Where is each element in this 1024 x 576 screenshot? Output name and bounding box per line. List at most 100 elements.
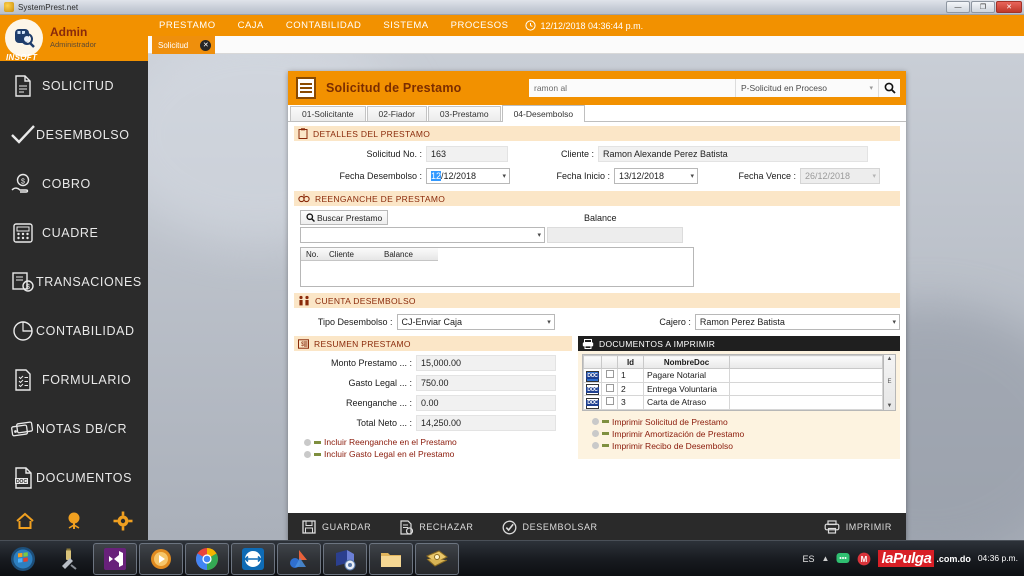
sidebar-item-cuadre[interactable]: CUADRE (0, 208, 148, 257)
toggle-imprimir-amortizacion[interactable]: Imprimir Amortización de Prestamo (592, 429, 900, 439)
maximize-button[interactable]: ❐ (971, 1, 995, 13)
brand-logo: INSOFT (6, 53, 38, 62)
document-tab-solicitud[interactable]: Solicitud ✕ (152, 36, 216, 54)
toggle-imprimir-solicitud[interactable]: Imprimir Solicitud de Prestamo (592, 417, 900, 427)
user-box[interactable]: Admin Administrador INSOFT (0, 15, 148, 62)
reenganche-grid[interactable]: No. Cliente Balance (300, 247, 694, 287)
sidebar-item-contabilidad[interactable]: CONTABILIDAD (0, 306, 148, 355)
menu-item-procesos[interactable]: PROCESOS (440, 20, 520, 31)
doc-row-check-cell[interactable] (601, 395, 618, 410)
section-title: DETALLES DEL PRESTAMO (313, 128, 431, 139)
desembolsar-button[interactable]: DESEMBOLSAR (488, 513, 612, 540)
gear-icon[interactable] (112, 510, 134, 532)
scroll-thumb-label[interactable]: E (887, 379, 891, 385)
toggle-incluir-gasto-legal[interactable]: Incluir Gasto Legal en el Prestamo (304, 449, 572, 459)
buscar-prestamo-button[interactable]: Buscar Prestamo (300, 210, 389, 225)
taskbar-tools-icon[interactable] (47, 543, 91, 575)
home-icon[interactable] (14, 510, 36, 532)
menu-item-caja[interactable]: CAJA (227, 20, 275, 31)
tray-messenger-icon[interactable] (836, 552, 850, 566)
close-icon[interactable]: ✕ (200, 39, 212, 51)
sidebar-item-documentos[interactable]: DOC DOCUMENTOS (0, 453, 148, 502)
fecha-desembolso-picker[interactable]: 12/12/2018 ▾ (426, 168, 510, 184)
sidebar-item-notas-db-cr[interactable]: NOTAS DB/CR (0, 404, 148, 453)
buscar-prestamo-label: Buscar Prestamo (317, 212, 383, 223)
table-row[interactable]: DOC 3 Carta de Atraso (583, 395, 883, 410)
solicitud-no-field: 163 (426, 146, 508, 162)
tab-02-fiador[interactable]: 02-Fiador (366, 106, 427, 121)
section-title: DOCUMENTOS A IMPRIMIR (599, 338, 716, 349)
taskbar-chrome-icon[interactable] (185, 542, 229, 575)
checkbox[interactable] (605, 397, 614, 406)
toggle-imprimir-recibo[interactable]: Imprimir Recibo de Desembolso (592, 441, 900, 451)
calculator-icon (10, 220, 36, 246)
menu-item-contabilidad[interactable]: CONTABILIDAD (275, 20, 373, 31)
fecha-inicio-picker[interactable]: 13/12/2018 ▾ (614, 168, 698, 184)
doc-row-filler (729, 395, 883, 410)
table-row[interactable]: DOC 2 Entrega Voluntaria (583, 381, 883, 396)
minimize-button[interactable]: — (946, 1, 970, 13)
sidebar-item-solicitud[interactable]: SOLICITUD (0, 61, 148, 110)
doc-row-filler (729, 368, 883, 383)
status-select[interactable]: P-Solicitud en Proceso ▾ (735, 79, 878, 97)
fecha-desembolso-rest: /12/2018 (441, 171, 477, 181)
menu-item-prestamo[interactable]: PRESTAMO (148, 20, 227, 31)
tab-03-prestamo[interactable]: 03-Prestamo (427, 106, 501, 121)
sidebar-item-label: SOLICITUD (42, 78, 115, 93)
sidebar-item-formulario[interactable]: FORMULARIO (0, 355, 148, 404)
checkbox[interactable] (605, 370, 614, 379)
taskbar-anydesk-icon[interactable] (277, 542, 321, 575)
guardar-button[interactable]: GUARDAR (288, 513, 385, 540)
sidebar-item-desembolso[interactable]: DESEMBOLSO (0, 110, 148, 159)
fecha-desembolso-label: Fecha Desembolso : (339, 171, 422, 181)
language-indicator[interactable]: ES (803, 554, 815, 564)
prestamo-select[interactable]: ▾ (300, 227, 545, 243)
taskbar: ES ▲ M laPulga .com.do 04:36 p.m. (0, 540, 1024, 576)
scroll-up-arrow-icon[interactable]: ▲ (887, 356, 893, 362)
tipo-desembolso-select[interactable]: CJ-Enviar Caja ▾ (396, 314, 555, 330)
checkbox[interactable] (605, 383, 614, 392)
rechazar-button[interactable]: RECHAZAR (385, 513, 487, 540)
documentos-scrollbar[interactable]: ▲ E ▼ (884, 354, 896, 411)
doc-col-check (601, 355, 618, 369)
search-button[interactable] (878, 79, 900, 97)
tab-01-solicitante[interactable]: 01-Solicitante (290, 106, 366, 121)
search-input[interactable]: ramon al (529, 79, 735, 97)
start-button[interactable] (1, 543, 45, 575)
doc-row-check-cell[interactable] (601, 381, 618, 396)
documentos-table-wrap[interactable]: Id NombreDoc DOC 1 Pagare Notarial DOC 2… (582, 354, 884, 411)
sidebar-item-label: TRANSACIONES (36, 274, 142, 289)
taskbar-clock[interactable]: 04:36 p.m. (978, 553, 1018, 564)
total-neto-field: 14,250.00 (416, 415, 556, 431)
toggle-incluir-reenganche[interactable]: Incluir Reenganche en el Prestamo (304, 437, 572, 447)
close-button[interactable]: ✕ (996, 1, 1022, 13)
imprimir-label: IMPRIMIR (845, 522, 892, 532)
title-bar: SystemPrest.net — ❐ ✕ (0, 0, 1024, 15)
table-row[interactable]: DOC 1 Pagare Notarial (583, 368, 883, 383)
taskbar-explorer-icon[interactable] (369, 542, 413, 575)
taskbar-visual-studio-icon[interactable] (93, 542, 137, 575)
documentos-table[interactable]: Id NombreDoc DOC 1 Pagare Notarial DOC 2… (583, 355, 883, 410)
tray-expand-arrow-icon[interactable]: ▲ (822, 554, 830, 563)
window-controls[interactable]: — ❐ ✕ (946, 1, 1022, 13)
form-tabs: 01-Solicitante 02-Fiador 03-Prestamo 04-… (288, 105, 906, 122)
taskbar-media-player-icon[interactable] (139, 542, 183, 575)
gasto-legal-field: 750.00 (416, 375, 556, 391)
cajero-select[interactable]: Ramon Perez Batista ▾ (694, 314, 900, 330)
fecha-inicio-value: 13/12/2018 (619, 171, 665, 181)
taskbar-teamviewer-icon[interactable] (231, 542, 275, 575)
scroll-down-arrow-icon[interactable]: ▼ (887, 403, 893, 409)
sidebar-item-transaciones[interactable]: $ TRANSACIONES (0, 257, 148, 306)
taskbar-money-app-icon[interactable] (415, 542, 459, 575)
doc-row-check-cell[interactable] (601, 368, 618, 383)
watermark-lapulga: laPulga .com.do (878, 550, 971, 567)
menu-item-sistema[interactable]: SISTEMA (372, 20, 439, 31)
tree-icon[interactable] (63, 510, 85, 532)
sidebar-item-cobro[interactable]: $ COBRO (0, 159, 148, 208)
imprimir-button[interactable]: IMPRIMIR (810, 513, 906, 540)
chevron-down-icon: ▾ (537, 232, 541, 239)
sidebar-bottom-bar (0, 502, 148, 540)
tray-mail-icon[interactable]: M (857, 552, 871, 566)
tab-04-desembolso[interactable]: 04-Desembolso (501, 105, 586, 122)
taskbar-sql-icon[interactable] (323, 542, 367, 575)
